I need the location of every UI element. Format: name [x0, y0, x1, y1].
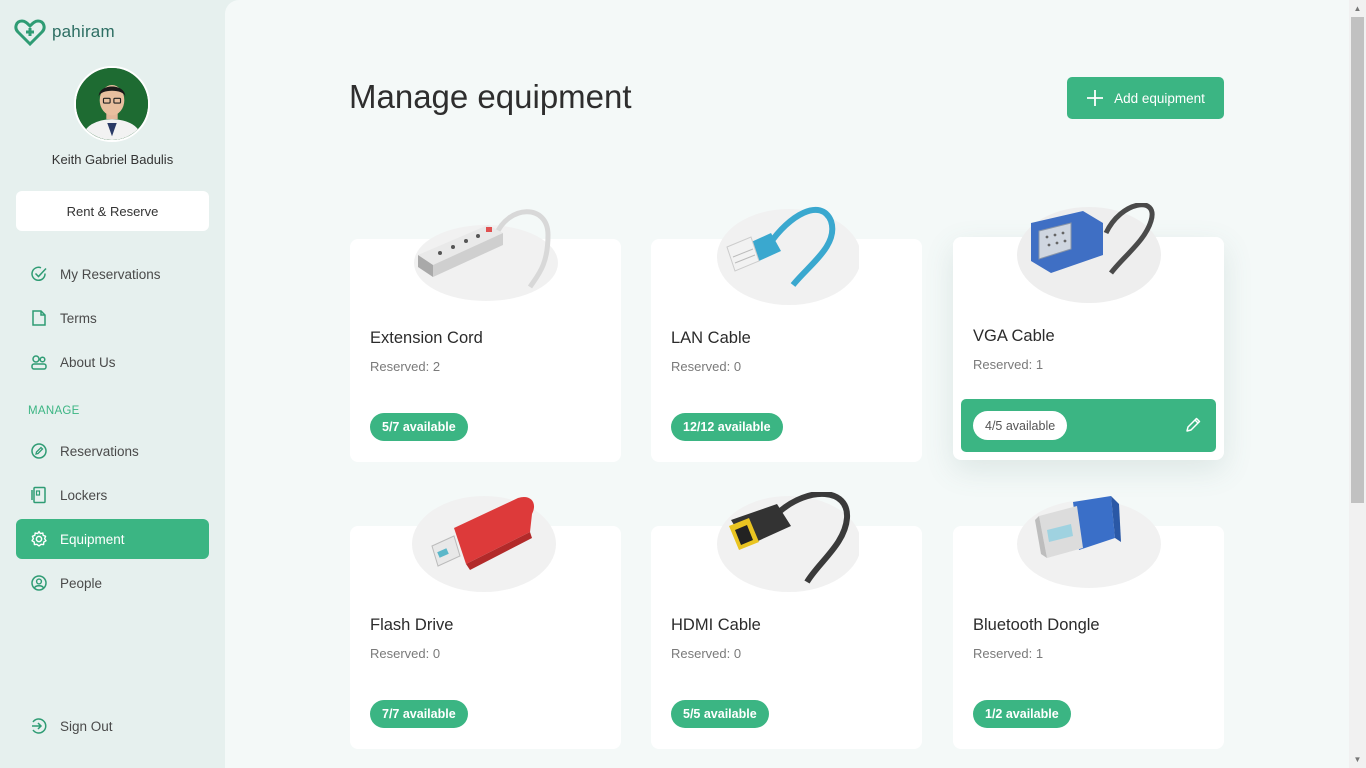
edit-pencil-icon[interactable]: [1184, 416, 1202, 434]
sidebar-item-label: Reservations: [60, 443, 139, 459]
availability-badge: 12/12 available: [671, 413, 783, 441]
extension-cord-icon: [414, 209, 558, 301]
heart-logo-icon: [14, 19, 46, 46]
scroll-down-arrow-icon[interactable]: ▼: [1349, 751, 1366, 768]
add-equipment-button[interactable]: Add equipment: [1067, 77, 1224, 119]
sidebar-item-label: Equipment: [60, 531, 125, 547]
sidebar-item-label: Terms: [60, 310, 97, 326]
people-icon: [31, 355, 47, 370]
equipment-card-extension-cord[interactable]: Extension Cord Reserved: 2 5/7 available: [350, 209, 621, 462]
equipment-name: Bluetooth Dongle: [973, 616, 1100, 634]
document-icon: [32, 310, 46, 326]
availability-badge: 1/2 available: [973, 700, 1071, 728]
pen-circle-icon: [31, 443, 47, 459]
equipment-reserved: Reserved: 2: [370, 359, 441, 374]
sidebar-item-label: People: [60, 575, 103, 591]
hdmi-cable-icon: [717, 492, 859, 592]
main-content: Manage equipment Add equipment Extension…: [225, 0, 1349, 768]
sidebar-item-lockers[interactable]: Lockers: [16, 475, 209, 515]
equipment-name: VGA Cable: [973, 327, 1055, 345]
availability-badge: 5/5 available: [671, 700, 769, 728]
scroll-up-arrow-icon[interactable]: ▲: [1349, 0, 1366, 17]
sidebar-item-people[interactable]: People: [16, 563, 209, 603]
manage-section-label: MANAGE: [28, 405, 80, 417]
availability-badge: 5/7 available: [370, 413, 468, 441]
check-circle-icon: [31, 266, 47, 282]
sign-out-icon: [32, 718, 47, 734]
equipment-card-vga-cable[interactable]: VGA Cable Reserved: 1 4/5 available: [953, 203, 1224, 460]
bluetooth-dongle-icon: [1017, 496, 1161, 588]
equipment-reserved: Reserved: 0: [671, 359, 742, 374]
user-name: Keith Gabriel Badulis: [51, 152, 174, 167]
equipment-reserved: Reserved: 1: [973, 646, 1044, 661]
equipment-reserved: Reserved: 0: [370, 646, 441, 661]
equipment-name: Extension Cord: [370, 329, 483, 347]
sidebar-item-terms[interactable]: Terms: [16, 298, 209, 338]
equipment-name: HDMI Cable: [671, 616, 761, 634]
scrollbar-thumb[interactable]: [1351, 17, 1364, 503]
sidebar-item-reservations[interactable]: Reservations: [16, 431, 209, 471]
equipment-card-flash-drive[interactable]: Flash Drive Reserved: 0 7/7 available: [350, 496, 621, 749]
rent-reserve-button[interactable]: Rent & Reserve: [16, 191, 209, 231]
equipment-card-lan-cable[interactable]: LAN Cable Reserved: 0 12/12 available: [651, 206, 922, 462]
person-icon: [31, 575, 47, 591]
add-equipment-label: Add equipment: [1114, 90, 1205, 106]
vga-cable-icon: [1017, 203, 1161, 303]
equipment-card-bluetooth-dongle[interactable]: Bluetooth Dongle Reserved: 1 1/2 availab…: [953, 496, 1224, 749]
page-title: Manage equipment: [349, 78, 632, 115]
sign-out-button[interactable]: Sign Out: [16, 706, 209, 746]
plus-icon: [1087, 90, 1104, 106]
availability-badge: 4/5 available: [973, 411, 1068, 440]
availability-badge: 7/7 available: [370, 700, 468, 728]
sign-out-label: Sign Out: [60, 718, 113, 734]
flash-drive-icon: [412, 496, 556, 592]
locker-icon: [31, 486, 46, 504]
sidebar: pahiram Keith Gabriel Badulis Rent & Res…: [0, 0, 225, 768]
card-action-bar: 4/5 available: [961, 399, 1216, 452]
sidebar-item-label: My Reservations: [60, 266, 161, 282]
sidebar-item-equipment[interactable]: Equipment: [16, 519, 209, 559]
sidebar-item-about-us[interactable]: About Us: [16, 342, 209, 382]
app-logo[interactable]: pahiram: [14, 18, 115, 46]
sidebar-item-label: About Us: [60, 354, 116, 370]
sidebar-item-label: Lockers: [60, 487, 108, 503]
equipment-name: LAN Cable: [671, 329, 751, 347]
gear-icon: [31, 530, 47, 547]
equipment-reserved: Reserved: 1: [973, 357, 1044, 372]
vertical-scrollbar[interactable]: ▲ ▼: [1349, 0, 1366, 768]
sidebar-item-my-reservations[interactable]: My Reservations: [16, 254, 209, 294]
lan-cable-icon: [717, 206, 859, 305]
profile-photo: [76, 68, 148, 140]
equipment-name: Flash Drive: [370, 616, 454, 634]
equipment-reserved: Reserved: 0: [671, 646, 742, 661]
avatar[interactable]: [74, 66, 150, 142]
app-name: pahiram: [52, 22, 115, 41]
equipment-card-hdmi-cable[interactable]: HDMI Cable Reserved: 0 5/5 available: [651, 492, 922, 749]
